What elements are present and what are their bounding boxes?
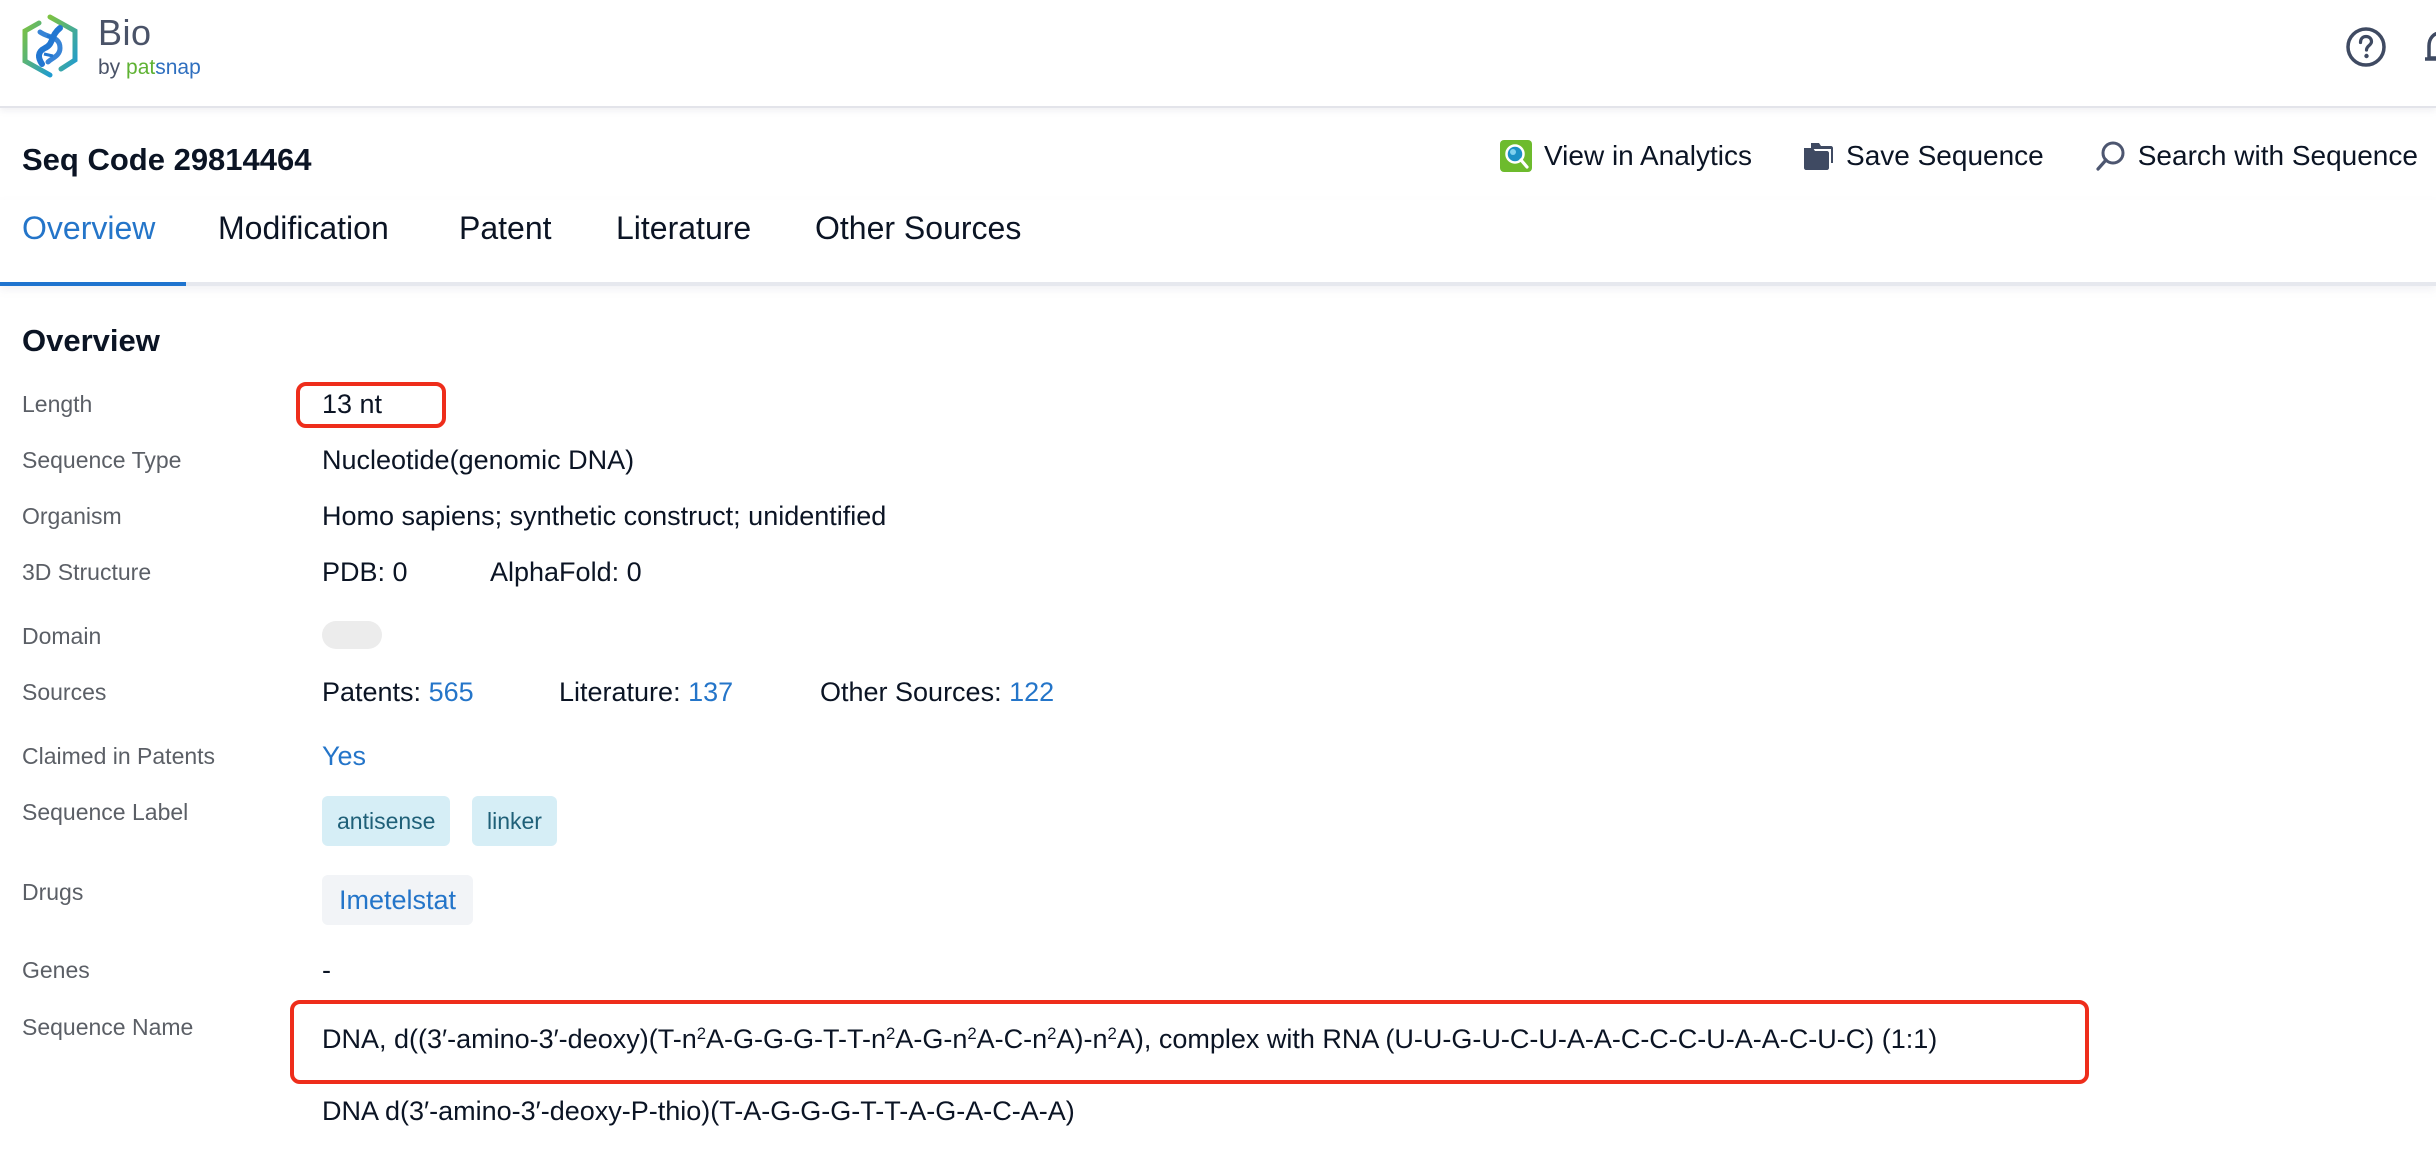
sequence-type-label: Sequence Type (22, 447, 182, 473)
header-actions: View in Analytics Save Sequence Search w… (1500, 140, 2418, 172)
organism-value: Homo sapiens; synthetic construct; unide… (322, 501, 887, 531)
sequence-name-secondary: DNA d(3′-amino-3′-deoxy-P-thio)(T-A-G-G-… (322, 1096, 1075, 1126)
sequence-label-label: Sequence Label (22, 799, 189, 825)
search-with-sequence-label: Search with Sequence (2137, 140, 2418, 171)
sources-other: Other Sources: 122 (820, 677, 1054, 708)
sequence-name-label: Sequence Name (22, 1014, 194, 1040)
sources-patents-count-link[interactable]: 565 (429, 677, 474, 707)
page-title: Seq Code 29814464 (22, 142, 312, 177)
domain-label: Domain (22, 623, 102, 649)
claimed-in-patents-value-link[interactable]: Yes (322, 741, 366, 772)
save-sequence-button[interactable]: Save Sequence (1802, 140, 2044, 172)
sources-patents-label: Patents: (322, 677, 422, 707)
structure-3d-label: 3D Structure (22, 559, 152, 585)
superscript-two: 2 (886, 1023, 896, 1043)
sources-literature: Literature: 137 (559, 677, 733, 708)
dna-hexagon-logo-icon (22, 14, 78, 78)
genes-value: - (322, 955, 331, 985)
genes-label: Genes (22, 957, 90, 983)
superscript-two: 2 (967, 1023, 977, 1043)
tag-linker: linker (472, 796, 557, 846)
tab-literature[interactable]: Literature (616, 210, 751, 247)
tab-modification[interactable]: Modification (218, 210, 389, 247)
analytics-magnifier-icon (1500, 140, 1532, 172)
tab-overview[interactable]: Overview (22, 210, 155, 247)
sources-patents: Patents: 565 (322, 677, 474, 708)
folder-icon (1804, 143, 1834, 170)
length-value: 13 nt (322, 389, 383, 419)
tab-other-sources[interactable]: Other Sources (815, 210, 1021, 247)
view-in-analytics-label: View in Analytics (1544, 140, 1753, 171)
search-icon (2096, 141, 2125, 171)
view-in-analytics-button[interactable]: View in Analytics (1500, 140, 1752, 172)
bell-icon[interactable] (2423, 28, 2436, 68)
save-sequence-label: Save Sequence (1846, 140, 2044, 171)
length-label: Length (22, 391, 93, 417)
sources-other-label: Other Sources: (820, 677, 1002, 707)
logo-title: Bio (98, 11, 152, 53)
claimed-in-patents-label: Claimed in Patents (22, 743, 216, 769)
superscript-two: 2 (1047, 1023, 1057, 1043)
bio-patsnap-logo[interactable]: Bio by patsnap (20, 14, 201, 78)
tab-patent[interactable]: Patent (459, 210, 552, 247)
domain-empty-placeholder (322, 621, 382, 649)
logo-brand-snap: snap (155, 55, 201, 79)
organism-label: Organism (22, 503, 122, 529)
sources-other-count-link[interactable]: 122 (1009, 677, 1054, 707)
tag-antisense: antisense (322, 796, 451, 846)
tab-bar: Overview Modification Patent Literature … (0, 200, 2436, 286)
pdb-count: PDB: 0 (322, 557, 408, 587)
sequence-name-primary: DNA, d((3′-amino-3′-deoxy)(T-n2A-G-G-G-T… (322, 1023, 1938, 1054)
top-navigation-bar: Bio by patsnap (0, 0, 2436, 108)
drugs-label: Drugs (22, 879, 84, 905)
help-circle-icon[interactable] (2345, 26, 2387, 68)
superscript-two: 2 (1107, 1023, 1117, 1043)
drug-chip-imetelstat[interactable]: Imetelstat (322, 875, 474, 925)
logo-by-text: by (98, 55, 121, 79)
alphafold-count: AlphaFold: 0 (490, 557, 642, 587)
sequence-type-value: Nucleotide(genomic DNA) (322, 445, 635, 475)
active-tab-indicator (0, 282, 186, 286)
search-with-sequence-button[interactable]: Search with Sequence (2094, 140, 2418, 172)
superscript-two: 2 (696, 1023, 707, 1043)
overview-heading: Overview (22, 323, 160, 358)
sources-label: Sources (22, 679, 107, 705)
logo-brand-pat: pat (126, 55, 156, 79)
logo-subtitle: by patsnap (98, 57, 201, 78)
sources-literature-count-link[interactable]: 137 (688, 677, 733, 707)
sources-literature-label: Literature: (559, 677, 681, 707)
